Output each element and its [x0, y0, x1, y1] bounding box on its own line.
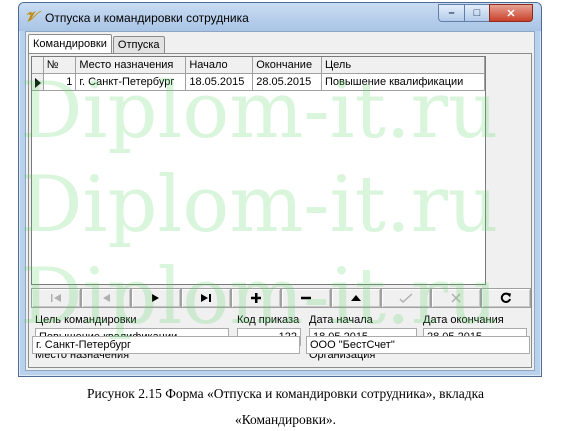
order-label: Код приказа	[237, 314, 300, 326]
edit-icon	[351, 295, 361, 301]
table-row[interactable]: 1 г. Санкт-Петербург 18.05.2015 28.05.20…	[32, 74, 486, 91]
first-icon	[51, 294, 61, 302]
cell-place[interactable]: г. Санкт-Петербург	[76, 74, 187, 91]
indicator-header	[32, 57, 44, 74]
client-area: Командировки Отпуска № Место назначения …	[25, 31, 535, 371]
place-field[interactable]: г. Санкт-Петербург	[32, 336, 300, 354]
current-row-icon	[35, 78, 41, 88]
nav-insert-button[interactable]	[231, 288, 281, 308]
nav-next-button[interactable]	[131, 288, 181, 308]
delete-icon	[301, 296, 311, 300]
nav-edit-button[interactable]	[331, 288, 381, 308]
cancel-icon	[451, 293, 461, 303]
title-bar[interactable]: 𝒱 Отпуска и командировки сотрудника – □ …	[19, 3, 541, 31]
insert-icon	[251, 293, 261, 303]
nav-first-button[interactable]	[31, 288, 81, 308]
goal-label: Цель командировки	[35, 314, 137, 326]
main-window: 𝒱 Отпуска и командировки сотрудника – □ …	[18, 2, 542, 377]
col-header-end[interactable]: Окончание	[253, 57, 323, 74]
row-indicator	[32, 74, 44, 91]
minimize-button[interactable]: –	[438, 4, 464, 22]
col-header-start[interactable]: Начало	[186, 57, 254, 74]
app-icon: 𝒱	[25, 9, 37, 25]
tab-panel-trips: № Место назначения Начало Окончание Цель…	[28, 53, 532, 368]
cell-goal[interactable]: Повышение квалификации	[322, 74, 486, 91]
window-controls: – □ ✕	[438, 4, 533, 22]
nav-post-button[interactable]	[381, 288, 431, 308]
nav-last-button[interactable]	[181, 288, 231, 308]
nav-refresh-button[interactable]	[481, 288, 531, 308]
tab-strip: Командировки Отпуска	[28, 34, 166, 53]
col-header-number[interactable]: №	[43, 57, 77, 74]
end-date-label: Дата окончания	[423, 314, 504, 326]
last-icon	[201, 294, 211, 302]
cell-start[interactable]: 18.05.2015	[186, 74, 254, 91]
nav-delete-button[interactable]	[281, 288, 331, 308]
nav-cancel-button[interactable]	[431, 288, 481, 308]
close-icon: ✕	[506, 7, 516, 20]
cell-number[interactable]: 1	[43, 74, 77, 91]
next-icon	[152, 294, 159, 302]
maximize-icon: □	[473, 7, 481, 19]
prior-icon	[103, 294, 110, 302]
trips-grid[interactable]: № Место назначения Начало Окончание Цель…	[31, 56, 486, 285]
col-header-place[interactable]: Место назначения	[76, 57, 187, 74]
window-title: Отпуска и командировки сотрудника	[45, 11, 249, 25]
figure-caption-line-2: «Командировки».	[234, 412, 337, 427]
grid-header: № Место назначения Начало Окончание Цель	[32, 57, 486, 74]
tab-vacations[interactable]: Отпуска	[112, 36, 165, 53]
nav-prior-button[interactable]	[81, 288, 131, 308]
start-date-label: Дата начала	[309, 314, 373, 326]
maximize-button[interactable]: □	[464, 4, 489, 22]
figure-caption-line-1: Рисунок 2.15 Форма «Отпуска и командиров…	[87, 386, 484, 401]
close-button[interactable]: ✕	[489, 4, 533, 22]
col-header-goal[interactable]: Цель	[322, 57, 486, 74]
post-icon	[399, 293, 413, 303]
refresh-icon	[500, 292, 511, 303]
organization-field[interactable]: ООО "БестСчет"	[306, 336, 530, 354]
tab-trips[interactable]: Командировки	[28, 34, 112, 53]
cell-end[interactable]: 28.05.2015	[253, 74, 323, 91]
minimize-icon: –	[448, 7, 455, 19]
db-navigator	[31, 288, 531, 308]
